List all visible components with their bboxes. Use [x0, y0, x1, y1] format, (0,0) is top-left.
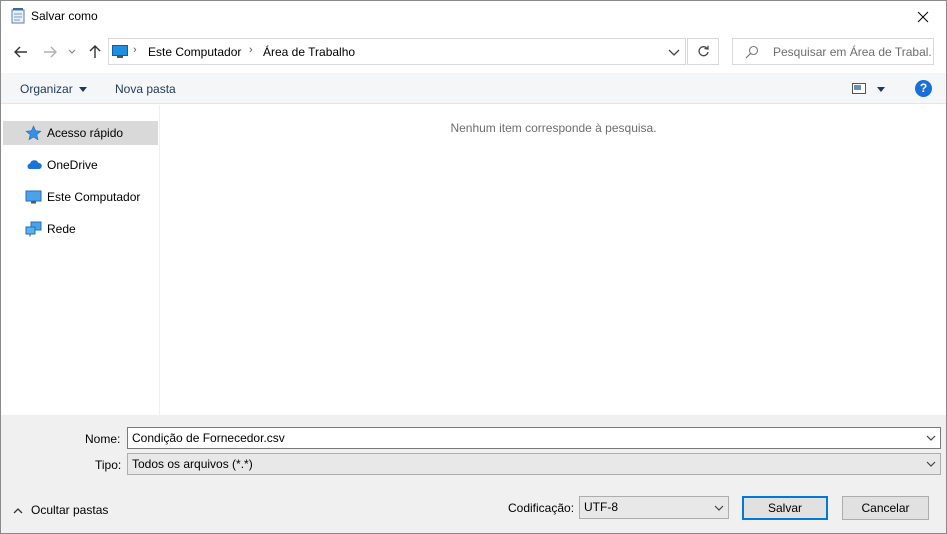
nav-item-label: Este Computador: [47, 190, 141, 204]
encoding-value: UTF-8: [584, 500, 618, 514]
help-icon[interactable]: ?: [915, 80, 932, 97]
navigation-pane: Acesso rápido OneDrive Este Computador R…: [1, 105, 160, 415]
file-type-select[interactable]: Todos os arquivos (*.*): [127, 453, 941, 475]
computer-icon: [112, 45, 128, 58]
file-name-label: Nome:: [85, 432, 121, 446]
cancel-button[interactable]: Cancelar: [842, 496, 929, 520]
close-icon: [917, 11, 929, 22]
chevron-down-icon: [714, 505, 724, 511]
chevron-down-icon: [926, 461, 936, 467]
file-type-label: Tipo:: [95, 458, 122, 472]
search-icon: [745, 45, 759, 59]
organize-label: Organizar: [20, 82, 73, 96]
empty-results-message: Nenhum item corresponde à pesquisa.: [450, 121, 657, 135]
save-button[interactable]: Salvar: [742, 496, 828, 520]
recent-locations-button[interactable]: [65, 41, 79, 63]
back-button[interactable]: [11, 41, 31, 63]
arrow-left-icon: [14, 46, 27, 58]
file-name-value: Condição de Fornecedor.csv: [132, 431, 285, 445]
arrow-right-icon: [44, 46, 57, 58]
refresh-icon: [697, 45, 709, 57]
chevron-up-icon: [13, 507, 23, 514]
chevron-down-icon[interactable]: [926, 433, 936, 443]
nav-item-label: Acesso rápido: [47, 126, 124, 140]
nav-item-onedrive[interactable]: OneDrive: [3, 153, 158, 177]
encoding-label: Codificação:: [508, 501, 575, 515]
nav-item-acesso-rapido[interactable]: Acesso rápido: [3, 121, 158, 145]
address-bar[interactable]: › Este Computador › Área de Trabalho: [108, 38, 686, 65]
chevron-down-icon: [68, 49, 76, 54]
organize-menu-button[interactable]: Organizar: [20, 82, 87, 96]
search-input[interactable]: Pesquisar em Área de Trabal...: [732, 38, 934, 65]
hide-folders-button[interactable]: Ocultar pastas: [13, 503, 108, 517]
network-icon: [25, 221, 42, 237]
nav-item-label: Rede: [47, 222, 76, 236]
forward-button[interactable]: [40, 41, 60, 63]
breadcrumb-este-computador[interactable]: Este Computador: [148, 45, 241, 59]
dialog-title: Salvar como: [31, 9, 98, 23]
arrow-up-icon: [89, 45, 101, 58]
star-icon: [25, 125, 42, 141]
hide-folders-label: Ocultar pastas: [31, 503, 109, 517]
search-placeholder: Pesquisar em Área de Trabal...: [773, 45, 931, 59]
save-as-dialog: Salvar como › Este Computador › Área de …: [0, 0, 947, 534]
file-type-value: Todos os arquivos (*.*): [132, 457, 253, 471]
breadcrumb-separator: ›: [133, 44, 137, 56]
file-list-area[interactable]: Nenhum item corresponde à pesquisa.: [161, 105, 946, 415]
chevron-down-icon[interactable]: [667, 46, 681, 58]
computer-icon: [25, 190, 42, 204]
close-button[interactable]: [900, 1, 946, 32]
nav-item-rede[interactable]: Rede: [3, 217, 158, 241]
view-options-caret-icon[interactable]: [877, 87, 885, 92]
cloud-icon: [27, 160, 42, 169]
caret-down-icon: [78, 87, 87, 93]
new-folder-button[interactable]: Nova pasta: [115, 82, 176, 96]
up-button[interactable]: [85, 41, 105, 63]
encoding-select[interactable]: UTF-8: [579, 496, 729, 519]
breadcrumb-separator: ›: [249, 44, 253, 56]
nav-item-label: OneDrive: [47, 158, 98, 172]
breadcrumb-area-de-trabalho[interactable]: Área de Trabalho: [263, 45, 355, 59]
save-options-panel: Nome: Condição de Fornecedor.csv Tipo: T…: [1, 415, 946, 533]
view-options-icon[interactable]: [852, 83, 866, 94]
nav-item-este-computador[interactable]: Este Computador: [3, 185, 158, 209]
file-name-field[interactable]: Condição de Fornecedor.csv: [127, 427, 941, 449]
command-toolbar: Organizar Nova pasta ?: [1, 73, 946, 104]
refresh-button[interactable]: [687, 38, 719, 65]
title-bar: Salvar como: [1, 1, 946, 32]
notepad-icon: [11, 8, 25, 24]
